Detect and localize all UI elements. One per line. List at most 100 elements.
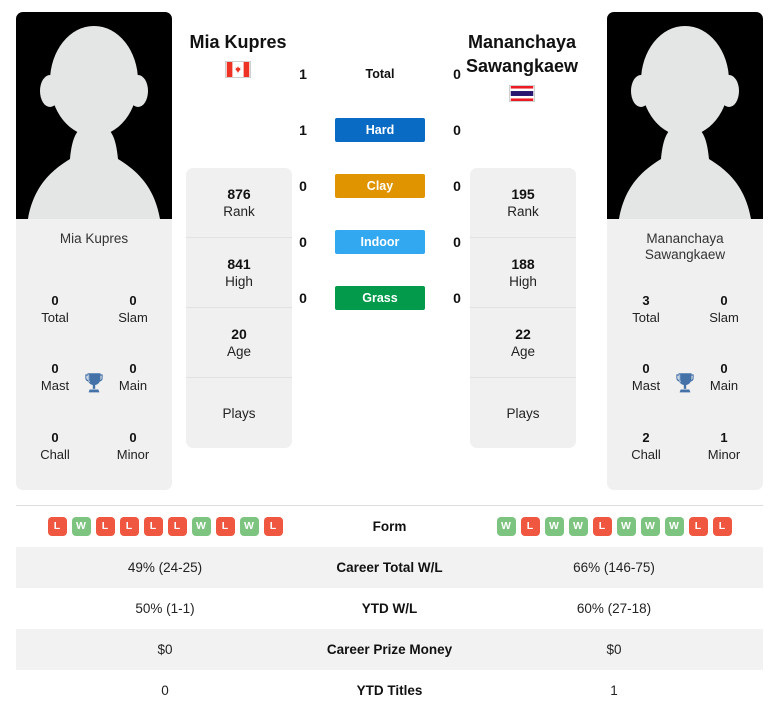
player-card-left[interactable]: Mia Kupres 0 Total 0 Slam 0 Mast 0 Main bbox=[16, 12, 172, 490]
title-stat-label: Slam bbox=[709, 310, 739, 326]
row-value-right: $0 bbox=[606, 642, 622, 657]
form-badge-loss: L bbox=[520, 517, 540, 536]
form-badge-loss: L bbox=[263, 517, 283, 536]
title-stat-label: Main bbox=[709, 378, 739, 394]
title-stat-value: 2 bbox=[642, 429, 650, 445]
stat-age-right: 22 Age bbox=[470, 308, 576, 378]
h2h-score-right: 0 bbox=[453, 290, 461, 306]
stat-label: Rank bbox=[223, 203, 255, 219]
player-photo-name-left: Mia Kupres bbox=[59, 231, 129, 246]
title-stat-total-left: 0 Total bbox=[16, 275, 94, 343]
stat-high-left: 841 High bbox=[186, 238, 292, 308]
title-stat-value: 0 bbox=[51, 293, 59, 309]
form-strip-left: LWLLLLWLWL bbox=[16, 517, 314, 536]
form-badge-win: W bbox=[544, 517, 564, 536]
form-badge-win: W bbox=[568, 517, 588, 536]
compare-section: Mia Kupres 0 Total 0 Slam 0 Mast 0 Main bbox=[0, 0, 779, 492]
title-stat-value: 0 bbox=[642, 361, 650, 377]
title-stat-value: 0 bbox=[720, 293, 728, 309]
canada-flag-icon bbox=[225, 61, 251, 78]
title-stat-label: Total bbox=[632, 310, 660, 326]
surface-badge-grass[interactable]: Grass bbox=[335, 286, 425, 310]
stat-label: Age bbox=[226, 343, 252, 359]
row-label-ytd-titles: YTD Titles bbox=[356, 683, 423, 698]
row-label-prize-money: Career Prize Money bbox=[326, 642, 453, 657]
stat-high-right: 188 High bbox=[470, 238, 576, 308]
h2h-score-right: 0 bbox=[453, 178, 461, 194]
form-badge-win: W bbox=[239, 517, 259, 536]
stat-label: High bbox=[509, 273, 537, 289]
stat-value: 188 bbox=[511, 255, 535, 272]
stat-rank-left: 876 Rank bbox=[186, 168, 292, 238]
form-badge-loss: L bbox=[592, 517, 612, 536]
title-stat-slam-left: 0 Slam bbox=[94, 275, 172, 343]
surface-badge-hard[interactable]: Hard bbox=[335, 118, 425, 142]
head-to-head-surfaces: 1 Total 0 1 Hard 0 0 Clay 0 0 Indoor 0 0 bbox=[292, 60, 468, 340]
title-stat-label: Main bbox=[118, 378, 148, 394]
title-stat-value: 0 bbox=[129, 293, 137, 309]
title-stat-label: Minor bbox=[116, 446, 150, 462]
h2h-score-right: 0 bbox=[453, 122, 461, 138]
player-comparison-page: Mia Kupres 0 Total 0 Slam 0 Mast 0 Main bbox=[0, 0, 779, 719]
player-photo-right bbox=[607, 12, 763, 219]
row-value-right: 66% (146-75) bbox=[573, 560, 655, 575]
stat-value: 841 bbox=[227, 255, 251, 272]
title-stat-minor-left: 0 Minor bbox=[94, 412, 172, 480]
h2h-row-grass: 0 Grass 0 bbox=[292, 284, 468, 312]
stat-value: 195 bbox=[511, 185, 535, 202]
h2h-score-left: 0 bbox=[299, 290, 307, 306]
form-badge-win: W bbox=[71, 517, 91, 536]
trophy-icon bbox=[80, 369, 108, 397]
stat-column-left: 876 Rank 841 High 20 Age Plays bbox=[186, 168, 292, 448]
row-label-form: Form bbox=[372, 519, 407, 534]
player-card-right[interactable]: Mananchaya Sawangkaew 3 Total 0 Slam 0 M… bbox=[607, 12, 763, 490]
form-badge-win: W bbox=[664, 517, 684, 536]
table-row-prize-money: $0 Career Prize Money $0 bbox=[16, 629, 763, 670]
h2h-score-left: 0 bbox=[299, 178, 307, 194]
surface-badge-indoor[interactable]: Indoor bbox=[335, 230, 425, 254]
title-stat-value: 0 bbox=[129, 429, 137, 445]
title-stat-value: 0 bbox=[51, 361, 59, 377]
h2h-row-indoor: 0 Indoor 0 bbox=[292, 228, 468, 256]
trophy-icon bbox=[671, 369, 699, 397]
stat-column-right: 195 Rank 188 High 22 Age Plays bbox=[470, 168, 576, 448]
row-value-right: 1 bbox=[610, 683, 618, 698]
title-stat-slam-right: 0 Slam bbox=[685, 275, 763, 343]
h2h-row-clay: 0 Clay 0 bbox=[292, 172, 468, 200]
table-row-ytd-titles: 0 YTD Titles 1 bbox=[16, 670, 763, 711]
title-stat-total-right: 3 Total bbox=[607, 275, 685, 343]
row-value-right: 60% (27-18) bbox=[576, 601, 652, 616]
title-stat-value: 0 bbox=[720, 361, 728, 377]
form-badge-loss: L bbox=[47, 517, 67, 536]
stat-rank-right: 195 Rank bbox=[470, 168, 576, 238]
h2h-score-right: 0 bbox=[453, 66, 461, 82]
stat-label: Plays bbox=[506, 406, 540, 421]
title-stat-minor-right: 1 Minor bbox=[685, 412, 763, 480]
form-badge-loss: L bbox=[95, 517, 115, 536]
row-label-ytd-wl: YTD W/L bbox=[361, 601, 418, 616]
titles-grid-right: 3 Total 0 Slam 0 Mast 0 Main 2 Chall 1 M… bbox=[607, 275, 763, 490]
table-row-career-wl: 49% (24-25) Career Total W/L 66% (146-75… bbox=[16, 547, 763, 588]
form-badge-win: W bbox=[640, 517, 660, 536]
stat-label: High bbox=[225, 273, 253, 289]
form-badge-loss: L bbox=[167, 517, 187, 536]
stat-value: 20 bbox=[231, 325, 247, 342]
surface-badge-clay[interactable]: Clay bbox=[335, 174, 425, 198]
title-stat-value: 0 bbox=[51, 429, 59, 445]
comparison-table: LWLLLLWLWL Form WLWWLWWWLL 49% (24-25) C… bbox=[16, 505, 763, 711]
title-stat-label: Chall bbox=[631, 446, 661, 462]
stat-plays-left: Plays bbox=[186, 378, 292, 448]
form-badge-loss: L bbox=[712, 517, 732, 536]
stat-label: Rank bbox=[507, 203, 539, 219]
form-strip-right: WLWWLWWWLL bbox=[465, 517, 763, 536]
h2h-score-right: 0 bbox=[453, 234, 461, 250]
stat-label: Plays bbox=[222, 406, 256, 421]
title-stat-value: 3 bbox=[642, 293, 650, 309]
h2h-row-total: 1 Total 0 bbox=[292, 60, 468, 88]
stat-value: 876 bbox=[227, 185, 251, 202]
avatar-silhouette-icon bbox=[619, 26, 751, 219]
form-badge-win: W bbox=[191, 517, 211, 536]
table-row-ytd-wl: 50% (1-1) YTD W/L 60% (27-18) bbox=[16, 588, 763, 629]
stat-plays-right: Plays bbox=[470, 378, 576, 448]
row-label-career-wl: Career Total W/L bbox=[336, 560, 443, 575]
